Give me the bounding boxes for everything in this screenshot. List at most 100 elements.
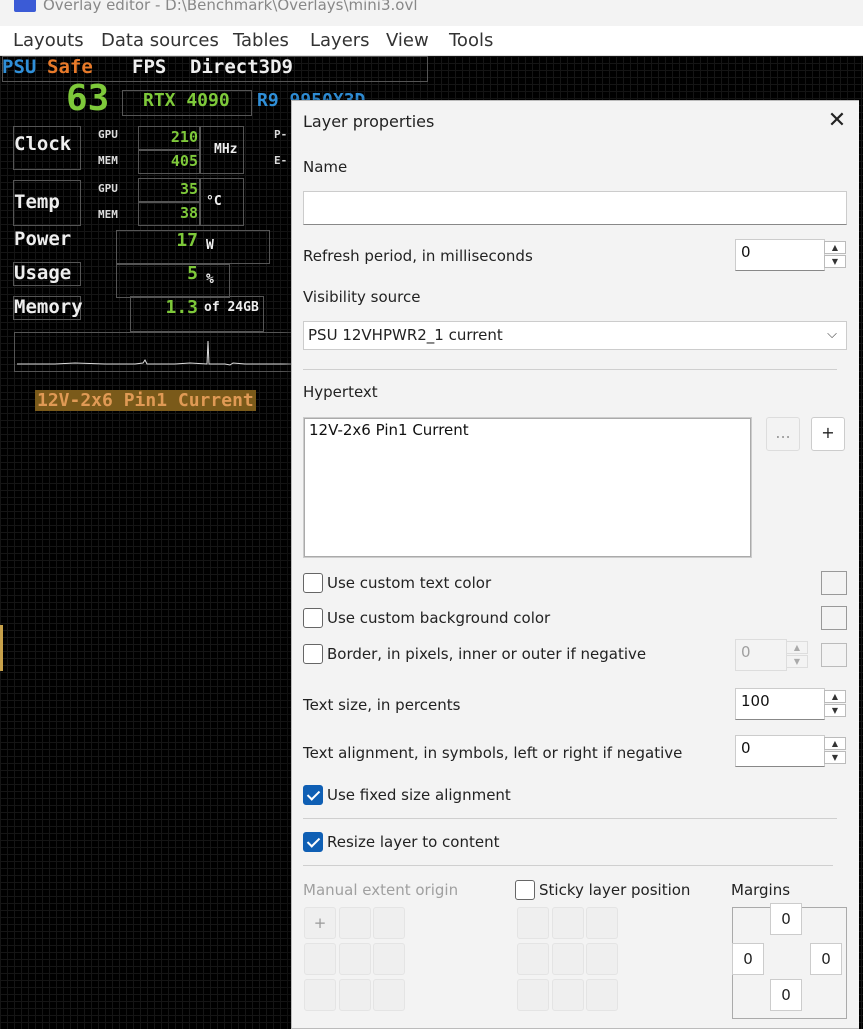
- menu-view[interactable]: View: [386, 30, 429, 51]
- refresh-down-button[interactable]: ▼: [824, 255, 846, 268]
- layer-power-label[interactable]: Power: [14, 228, 71, 250]
- layer-memory-label[interactable]: Memory: [14, 296, 83, 318]
- layer-fps-label[interactable]: FPS: [132, 56, 166, 78]
- extent-origin-cell[interactable]: [373, 979, 405, 1011]
- resize-to-content-label: Resize layer to content: [327, 833, 500, 851]
- extent-origin-cell[interactable]: [339, 907, 371, 939]
- text-size-down-button[interactable]: ▼: [824, 704, 846, 717]
- layer-temp-gpu-tag[interactable]: GPU: [98, 182, 118, 195]
- layer-e-core-tag[interactable]: E-: [274, 154, 287, 167]
- layer-properties-dialog: Layer properties ✕ Name Refresh period, …: [291, 100, 859, 1029]
- layer-temp-gpu-value[interactable]: 35: [140, 180, 198, 198]
- name-label: Name: [303, 158, 348, 176]
- layer-temp-mem-value[interactable]: 38: [140, 204, 198, 222]
- margins-label: Margins: [731, 881, 791, 899]
- border-input[interactable]: 0: [735, 639, 787, 671]
- separator: [303, 818, 837, 819]
- layer-power-unit[interactable]: W: [206, 238, 214, 253]
- layer-temp-mem-tag[interactable]: MEM: [98, 208, 118, 221]
- margin-left-input[interactable]: 0: [732, 943, 764, 975]
- extent-origin-cell[interactable]: [304, 943, 336, 975]
- hypertext-browse-button[interactable]: ...: [766, 417, 800, 451]
- hypertext-textarea[interactable]: 12V-2x6 Pin1 Current: [303, 417, 752, 558]
- margin-right-input[interactable]: 0: [810, 943, 842, 975]
- refresh-up-button[interactable]: ▲: [824, 241, 846, 254]
- menu-tools[interactable]: Tools: [449, 30, 493, 51]
- layer-usage-label[interactable]: Usage: [14, 262, 71, 284]
- border-color-swatch[interactable]: [821, 643, 847, 667]
- extent-origin-cell[interactable]: [304, 979, 336, 1011]
- layer-clock-unit[interactable]: MHz: [214, 142, 237, 157]
- layer-hypertext-selected[interactable]: 12V-2x6 Pin1 Current: [35, 390, 256, 411]
- layer-gpu-name[interactable]: RTX 4090: [143, 90, 230, 111]
- menu-tables[interactable]: Tables: [233, 30, 289, 51]
- layer-clock-label[interactable]: Clock: [14, 133, 71, 155]
- layer-usage-unit[interactable]: %: [206, 272, 214, 287]
- layer-memory-unit[interactable]: of 24GB: [204, 300, 259, 315]
- menu-layouts[interactable]: Layouts: [13, 30, 84, 51]
- layer-psu[interactable]: PSU: [2, 56, 36, 78]
- name-input[interactable]: [303, 191, 847, 225]
- layer-clock-gpu-value[interactable]: 210: [140, 128, 198, 146]
- layer-temp-label[interactable]: Temp: [14, 191, 60, 213]
- graph-frame[interactable]: [14, 332, 292, 372]
- text-alignment-label: Text alignment, in symbols, left or righ…: [303, 744, 683, 762]
- canvas-edge-marker: [0, 625, 3, 671]
- layer-usage-value[interactable]: 5: [140, 263, 198, 284]
- layer-temp-unit[interactable]: °C: [206, 194, 222, 209]
- text-size-spinner: ▲ ▼: [824, 688, 846, 720]
- visibility-source-select[interactable]: PSU 12VHPWR2_1 current ⌵: [303, 321, 847, 350]
- layer-clock-gpu-tag[interactable]: GPU: [98, 128, 118, 141]
- sticky-position-cell[interactable]: [552, 943, 584, 975]
- custom-text-color-checkbox[interactable]: [303, 573, 323, 593]
- margin-top-input[interactable]: 0: [770, 903, 802, 935]
- layer-clock-mem-tag[interactable]: MEM: [98, 154, 118, 167]
- hypertext-add-button[interactable]: +: [811, 417, 845, 451]
- sticky-position-cell[interactable]: [517, 979, 549, 1011]
- fixed-size-alignment-label: Use fixed size alignment: [327, 786, 511, 804]
- text-size-up-button[interactable]: ▲: [824, 690, 846, 703]
- text-alignment-down-button[interactable]: ▼: [824, 751, 846, 764]
- bg-color-swatch[interactable]: [821, 606, 847, 630]
- sticky-position-cell[interactable]: [517, 943, 549, 975]
- layer-api[interactable]: Direct3D9: [190, 56, 293, 78]
- sticky-position-cell[interactable]: [586, 907, 618, 939]
- menu-layers[interactable]: Layers: [310, 30, 370, 51]
- text-alignment-up-button[interactable]: ▲: [824, 737, 846, 750]
- refresh-period-input[interactable]: 0: [735, 239, 825, 271]
- layer-power-value[interactable]: 17: [140, 230, 198, 251]
- extent-origin-cell[interactable]: [373, 907, 405, 939]
- text-alignment-input[interactable]: 0: [735, 735, 825, 767]
- refresh-period-label: Refresh period, in milliseconds: [303, 247, 533, 265]
- extent-origin-cell[interactable]: [339, 943, 371, 975]
- layer-clock-mem-value[interactable]: 405: [140, 152, 198, 170]
- menu-data-sources[interactable]: Data sources: [101, 30, 219, 51]
- sticky-position-cell[interactable]: [552, 907, 584, 939]
- custom-bg-color-checkbox[interactable]: [303, 608, 323, 628]
- extent-origin-cell[interactable]: [339, 979, 371, 1011]
- sticky-position-cell[interactable]: [586, 979, 618, 1011]
- custom-bg-color-label: Use custom background color: [327, 609, 551, 627]
- border-up-button[interactable]: ▲: [786, 641, 808, 654]
- layer-fps-value[interactable]: 63: [66, 78, 109, 119]
- sticky-position-cell[interactable]: [552, 979, 584, 1011]
- sticky-position-checkbox[interactable]: [515, 880, 535, 900]
- extent-origin-cell[interactable]: [373, 943, 405, 975]
- text-size-input[interactable]: 100: [735, 688, 825, 720]
- extent-origin-cell[interactable]: +: [304, 907, 336, 939]
- window-title: Overlay editor - D:\Benchmark\Overlays\m…: [43, 0, 418, 14]
- fixed-size-alignment-checkbox[interactable]: [303, 785, 323, 805]
- resize-to-content-checkbox[interactable]: [303, 832, 323, 852]
- refresh-period-spinner: ▲ ▼: [824, 239, 846, 271]
- border-checkbox[interactable]: [303, 644, 323, 664]
- app-icon: [14, 0, 36, 12]
- border-down-button[interactable]: ▼: [786, 655, 808, 668]
- layer-safe-status[interactable]: Safe: [47, 56, 93, 78]
- close-icon[interactable]: ✕: [825, 109, 849, 133]
- text-color-swatch[interactable]: [821, 571, 847, 595]
- layer-memory-value[interactable]: 1.3: [140, 297, 198, 318]
- margin-bottom-input[interactable]: 0: [770, 979, 802, 1011]
- sticky-position-cell[interactable]: [517, 907, 549, 939]
- layer-p-core-tag[interactable]: P-: [274, 128, 287, 141]
- sticky-position-cell[interactable]: [586, 943, 618, 975]
